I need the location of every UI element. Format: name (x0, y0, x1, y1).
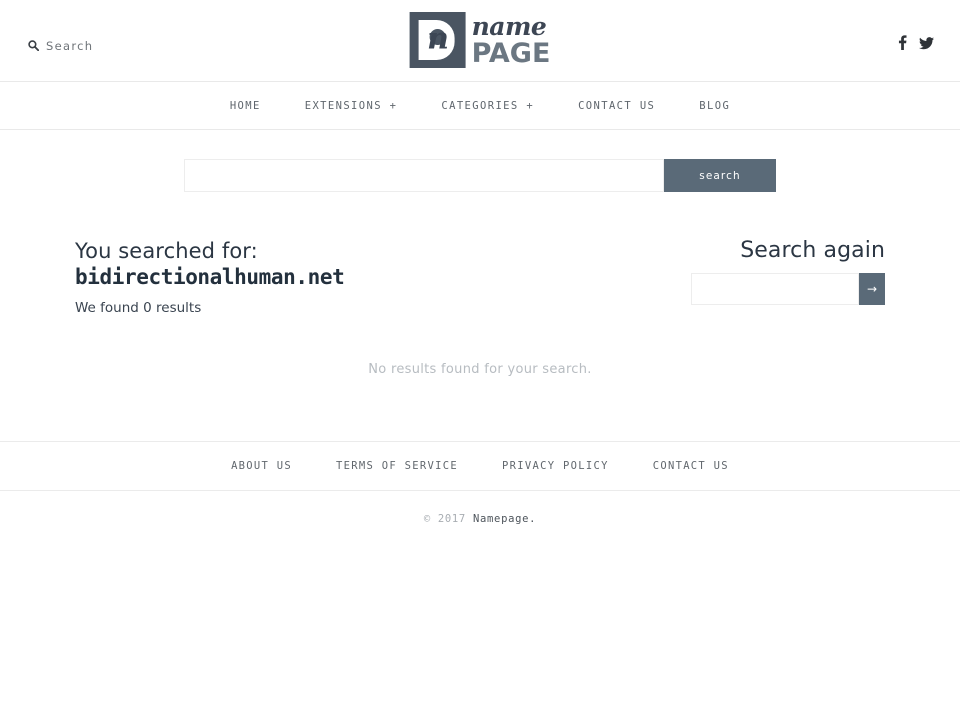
search-again-title: Search again (740, 238, 885, 263)
footer-nav: ABOUT US TERMS OF SERVICE PRIVACY POLICY… (0, 440, 960, 491)
no-results-message: No results found for your search. (368, 361, 592, 377)
footer-link-contact-us[interactable]: CONTACT US (631, 460, 751, 472)
facebook-icon[interactable] (898, 35, 907, 54)
results-header: You searched for: bidirectionalhuman.net… (0, 238, 960, 316)
nav-item-home[interactable]: HOME (208, 100, 283, 112)
site-header: Search n name PAGE (0, 0, 960, 82)
footer-link-terms-of-service[interactable]: TERMS OF SERVICE (314, 460, 480, 472)
nav-item-extensions[interactable]: EXTENSIONS + (283, 100, 420, 112)
nav-item-categories[interactable]: CATEGORIES + (419, 100, 556, 112)
social-links (898, 35, 934, 54)
copyright: © 2017 Namepage. (0, 513, 960, 525)
search-again-submit-button[interactable]: → (859, 273, 885, 305)
searched-for-block: You searched for: bidirectionalhuman.net… (75, 238, 345, 316)
search-submit-button[interactable]: search (664, 159, 776, 192)
search-query-text: bidirectionalhuman.net (75, 265, 345, 290)
logo-wordmark: name PAGE (472, 14, 551, 67)
logo-bold-text: PAGE (471, 37, 551, 69)
results-count-text: We found 0 results (75, 299, 202, 316)
search-input[interactable] (184, 159, 664, 192)
logo-mark-icon: n (409, 12, 466, 68)
footer-link-about-us[interactable]: ABOUT US (209, 460, 314, 472)
logo-script-text: name (471, 11, 547, 41)
search-again-input[interactable] (691, 273, 859, 305)
search-again-form: → (691, 273, 885, 305)
searched-for-label: You searched for: (75, 239, 258, 263)
copyright-name: Namepage. (472, 512, 537, 525)
copyright-year: © 2017 (423, 512, 466, 525)
search-band: search (0, 130, 960, 192)
nav-item-contact-us[interactable]: CONTACT US (556, 100, 677, 112)
search-form: search (184, 159, 776, 192)
search-again-block: Search again → (691, 238, 885, 305)
search-icon (28, 36, 40, 55)
footer-link-privacy-policy[interactable]: PRIVACY POLICY (480, 460, 631, 472)
main-nav: HOME EXTENSIONS + CATEGORIES + CONTACT U… (0, 82, 960, 130)
twitter-icon[interactable] (919, 35, 934, 54)
header-search-label: Search (46, 38, 94, 53)
page-root: Search n name PAGE HOME EXTENSIONS + CAT… (0, 0, 960, 720)
site-logo[interactable]: n name PAGE (409, 12, 551, 68)
nav-item-blog[interactable]: BLOG (677, 100, 752, 112)
header-search-link[interactable]: Search (28, 36, 93, 55)
